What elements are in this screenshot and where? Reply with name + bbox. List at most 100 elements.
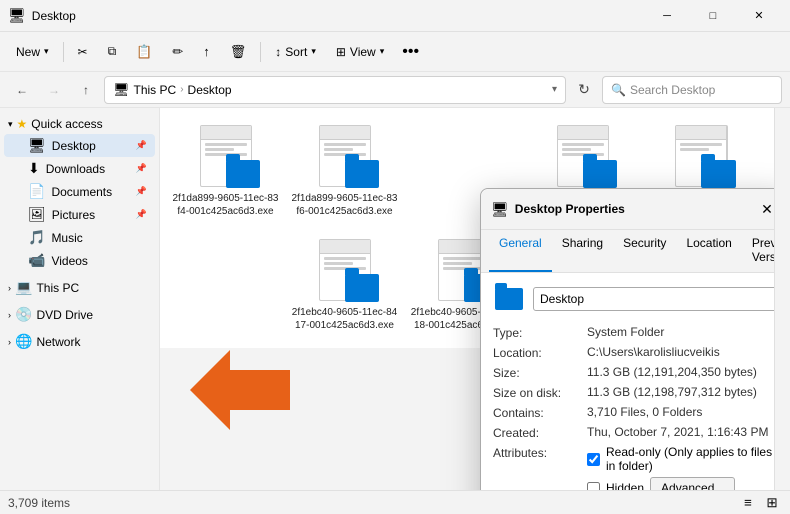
downloads-folder-icon: ⬇ bbox=[28, 160, 40, 177]
title-bar-icon: 🖥 bbox=[8, 7, 26, 24]
folder-name-input[interactable] bbox=[533, 287, 774, 311]
this-pc-header[interactable]: › 💻 This PC bbox=[0, 276, 159, 299]
rename-button[interactable]: ✏ bbox=[164, 40, 191, 64]
hidden-checkbox[interactable] bbox=[587, 482, 600, 491]
sidebar-downloads-label: Downloads bbox=[46, 162, 105, 176]
search-icon: 🔍 bbox=[611, 83, 626, 97]
star-icon: ★ bbox=[17, 117, 28, 131]
sidebar-documents-label: Documents bbox=[51, 185, 112, 199]
dialog-row-contains: Contains: 3,710 Files, 0 Folders bbox=[493, 405, 774, 420]
dialog-row-size: Size: 11.3 GB (12,191,204,350 bytes) bbox=[493, 365, 774, 380]
quick-access-header[interactable]: ▾ ★ Quick access bbox=[0, 114, 159, 134]
tab-general[interactable]: General bbox=[489, 230, 552, 272]
sidebar-item-desktop[interactable]: 🖥 Desktop 📌 bbox=[4, 134, 155, 157]
attributes-content: Read-only (Only applies to files in fold… bbox=[587, 445, 774, 490]
sidebar-item-downloads[interactable]: ⬇ Downloads 📌 bbox=[4, 157, 155, 180]
size-label: Size: bbox=[493, 365, 583, 380]
dialog-title-text: Desktop Properties bbox=[515, 202, 755, 216]
sidebar: ▾ ★ Quick access 🖥 Desktop 📌 ⬇ Downloads… bbox=[0, 108, 160, 490]
tab-previous-versions[interactable]: Previous Versions bbox=[742, 230, 774, 272]
minimize-button[interactable]: ─ bbox=[644, 0, 690, 32]
desktop-properties-dialog: 🖥 Desktop Properties ✕ General Sharing S… bbox=[480, 188, 774, 490]
main-layout: ▾ ★ Quick access 🖥 Desktop 📌 ⬇ Downloads… bbox=[0, 108, 790, 490]
view-icon: ⊞ bbox=[336, 45, 346, 59]
view-label: View bbox=[350, 45, 376, 59]
status-bar: 3,709 items ≡ ⊞ bbox=[0, 490, 790, 514]
grid-view-button[interactable]: ⊞ bbox=[762, 493, 782, 513]
view-button[interactable]: ⊞ View ▾ bbox=[328, 41, 392, 63]
title-bar: 🖥 Desktop ─ □ ✕ bbox=[0, 0, 790, 32]
paste-icon: 📋 bbox=[136, 44, 152, 60]
paste-button[interactable]: 📋 bbox=[128, 40, 160, 64]
new-label: New bbox=[16, 45, 40, 59]
item-count: 3,709 items bbox=[8, 496, 70, 510]
music-folder-icon: 🎵 bbox=[28, 229, 45, 246]
dialog-folder-icon bbox=[493, 283, 525, 315]
tab-security[interactable]: Security bbox=[613, 230, 676, 272]
cut-icon: ✂ bbox=[78, 45, 88, 59]
new-chevron: ▾ bbox=[44, 46, 49, 57]
hidden-row: Hidden Advanced... bbox=[587, 477, 774, 490]
readonly-checkbox[interactable] bbox=[587, 453, 600, 466]
refresh-button[interactable]: ↻ bbox=[570, 76, 598, 104]
sidebar-videos-label: Videos bbox=[51, 254, 87, 268]
search-placeholder: Search Desktop bbox=[630, 83, 715, 97]
pin-icon-3: 📌 bbox=[136, 186, 147, 197]
up-button[interactable]: ↑ bbox=[72, 76, 100, 104]
network-header[interactable]: › 🌐 Network bbox=[0, 330, 159, 353]
location-label: Location: bbox=[493, 345, 583, 360]
dialog-overlay: 🖥 Desktop Properties ✕ General Sharing S… bbox=[160, 108, 774, 490]
delete-button[interactable]: 🗑 bbox=[222, 40, 255, 64]
dvd-label: DVD Drive bbox=[36, 308, 93, 322]
chevron-icon-3: › bbox=[8, 310, 11, 320]
pin-icon-2: 📌 bbox=[136, 163, 147, 174]
tab-sharing[interactable]: Sharing bbox=[552, 230, 613, 272]
sidebar-item-music[interactable]: 🎵 Music bbox=[4, 226, 155, 249]
chevron-icon-2: › bbox=[8, 283, 11, 293]
sort-chevron: ▾ bbox=[311, 46, 316, 57]
rename-icon: ✏ bbox=[172, 44, 183, 60]
created-value: Thu, October 7, 2021, 1:16:43 PM bbox=[587, 425, 774, 439]
contains-label: Contains: bbox=[493, 405, 583, 420]
sidebar-item-videos[interactable]: 📹 Videos bbox=[4, 249, 155, 272]
chevron-icon-4: › bbox=[8, 337, 11, 347]
sidebar-desktop-label: Desktop bbox=[52, 139, 96, 153]
location-value: C:\Users\karolisliucveikis bbox=[587, 345, 774, 359]
grid-view-icon: ⊞ bbox=[766, 495, 777, 511]
advanced-button[interactable]: Advanced... bbox=[650, 477, 735, 490]
file-area-container: 2f1da899-9605-11ec-83f4-001c425ac6d3.exe… bbox=[160, 108, 774, 490]
contains-value: 3,710 Files, 0 Folders bbox=[587, 405, 774, 419]
sidebar-item-documents[interactable]: 📄 Documents 📌 bbox=[4, 180, 155, 203]
videos-folder-icon: 📹 bbox=[28, 252, 45, 269]
share-icon: ↑ bbox=[203, 44, 210, 59]
this-pc-section: › 💻 This PC bbox=[0, 274, 159, 301]
list-view-button[interactable]: ≡ bbox=[738, 493, 758, 513]
dialog-close-button[interactable]: ✕ bbox=[755, 197, 774, 221]
cut-button[interactable]: ✂ bbox=[70, 41, 96, 63]
this-pc-folder-icon: 💻 bbox=[15, 279, 32, 296]
forward-button[interactable]: → bbox=[40, 76, 68, 104]
dialog-row-type: Type: System Folder bbox=[493, 325, 774, 340]
search-box[interactable]: 🔍 Search Desktop bbox=[602, 76, 782, 104]
copy-button[interactable]: ⧉ bbox=[100, 40, 125, 63]
type-value: System Folder bbox=[587, 325, 774, 339]
close-button[interactable]: ✕ bbox=[736, 0, 782, 32]
sort-icon: ↕ bbox=[275, 45, 281, 59]
maximize-button[interactable]: □ bbox=[690, 0, 736, 32]
sidebar-item-pictures[interactable]: 🖼 Pictures 📌 bbox=[4, 203, 155, 226]
tab-location[interactable]: Location bbox=[676, 230, 741, 272]
share-button[interactable]: ↑ bbox=[195, 40, 218, 63]
path-dropdown-button[interactable]: ▾ bbox=[552, 84, 557, 95]
back-button[interactable]: ← bbox=[8, 76, 36, 104]
scrollbar-area[interactable] bbox=[774, 108, 790, 490]
size-on-disk-label: Size on disk: bbox=[493, 385, 583, 400]
chevron-icon: ▾ bbox=[8, 119, 13, 130]
new-button[interactable]: New ▾ bbox=[8, 41, 57, 63]
sort-label: Sort bbox=[285, 45, 307, 59]
documents-folder-icon: 📄 bbox=[28, 183, 45, 200]
hidden-label: Hidden bbox=[606, 481, 644, 490]
more-button[interactable]: ••• bbox=[396, 39, 425, 65]
sort-button[interactable]: ↕ Sort ▾ bbox=[267, 41, 324, 63]
address-path[interactable]: 🖥 This PC › Desktop ▾ bbox=[104, 76, 566, 104]
dvd-header[interactable]: › 💿 DVD Drive bbox=[0, 303, 159, 326]
